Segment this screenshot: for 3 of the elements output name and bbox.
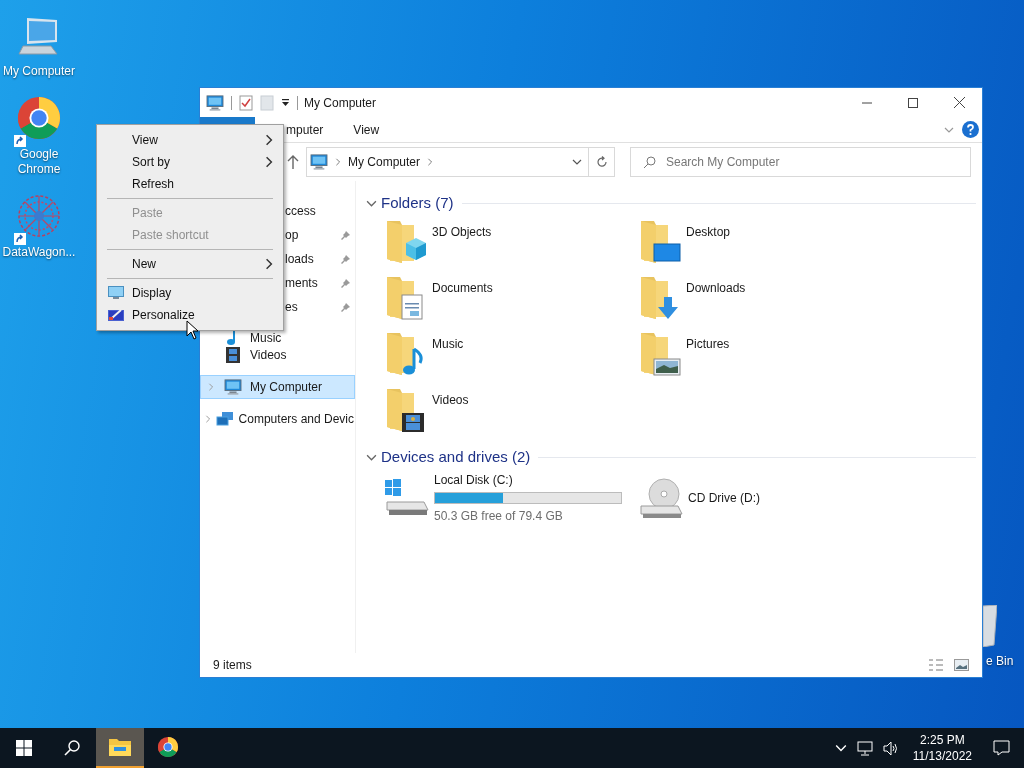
item-count: 9 items — [213, 657, 252, 674]
free-space-text: 50.3 GB free of 79.4 GB — [434, 508, 564, 525]
window-title: My Computer — [304, 94, 377, 112]
